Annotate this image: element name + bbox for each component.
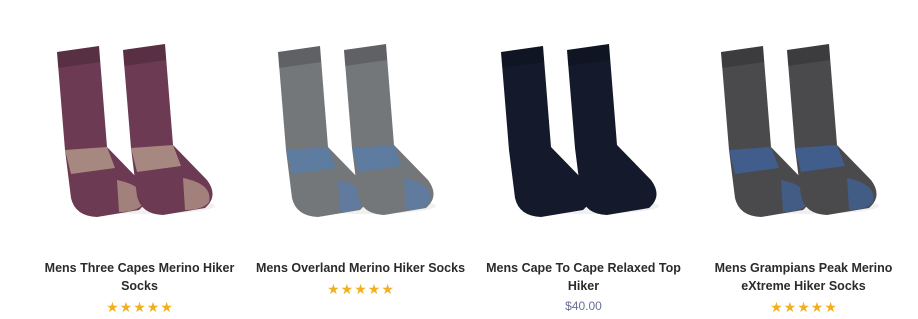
product-title[interactable]: Mens Overland Merino Hiker Socks xyxy=(253,259,468,277)
star-icon: ★ xyxy=(824,299,837,315)
charcoal-striped-hiker-socks xyxy=(721,44,879,217)
product-title[interactable]: Mens Grampians Peak Merino eXtreme Hiker… xyxy=(696,259,911,295)
product-image[interactable] xyxy=(246,0,475,240)
product-grid: Mens Three Capes Merino Hiker Socks ★ ★ ★ ★… xyxy=(0,0,918,319)
star-icon: ★ xyxy=(783,299,797,315)
product-card[interactable]: Mens Cape To Cape Relaxed Top Hiker $40.… xyxy=(469,0,698,319)
purple-hiker-socks xyxy=(57,44,215,217)
star-icon: ★ xyxy=(770,299,783,315)
star-icon: ★ xyxy=(367,281,381,297)
product-image[interactable] xyxy=(689,0,918,240)
product-title[interactable]: Mens Three Capes Merino Hiker Socks xyxy=(32,259,247,295)
star-icon: ★ xyxy=(133,299,146,315)
product-image[interactable] xyxy=(25,0,254,240)
star-icon: ★ xyxy=(327,281,340,297)
rating-stars: ★ ★ ★ ★ ★ xyxy=(106,299,173,315)
star-icon: ★ xyxy=(381,281,394,297)
product-title[interactable]: Mens Cape To Cape Relaxed Top Hiker xyxy=(476,259,691,295)
rating-stars: ★ ★ ★ ★ ★ xyxy=(770,299,837,315)
star-icon: ★ xyxy=(106,299,119,315)
navy-hiker-socks xyxy=(501,44,659,217)
star-icon: ★ xyxy=(119,299,133,315)
product-image[interactable] xyxy=(469,0,698,240)
product-card[interactable]: Mens Overland Merino Hiker Socks ★ ★ ★ ★ ★ xyxy=(246,0,475,319)
product-card[interactable]: Mens Grampians Peak Merino eXtreme Hiker… xyxy=(689,0,918,319)
star-icon: ★ xyxy=(160,299,173,315)
star-icon: ★ xyxy=(146,299,160,315)
star-icon: ★ xyxy=(810,299,824,315)
star-icon: ★ xyxy=(797,299,810,315)
grey-blue-hiker-socks xyxy=(278,44,436,217)
product-card[interactable]: Mens Three Capes Merino Hiker Socks ★ ★ ★ ★… xyxy=(25,0,254,319)
star-icon: ★ xyxy=(340,281,354,297)
star-icon: ★ xyxy=(354,281,367,297)
rating-stars: ★ ★ ★ ★ ★ xyxy=(327,281,394,297)
product-price: $40.00 xyxy=(565,299,602,313)
